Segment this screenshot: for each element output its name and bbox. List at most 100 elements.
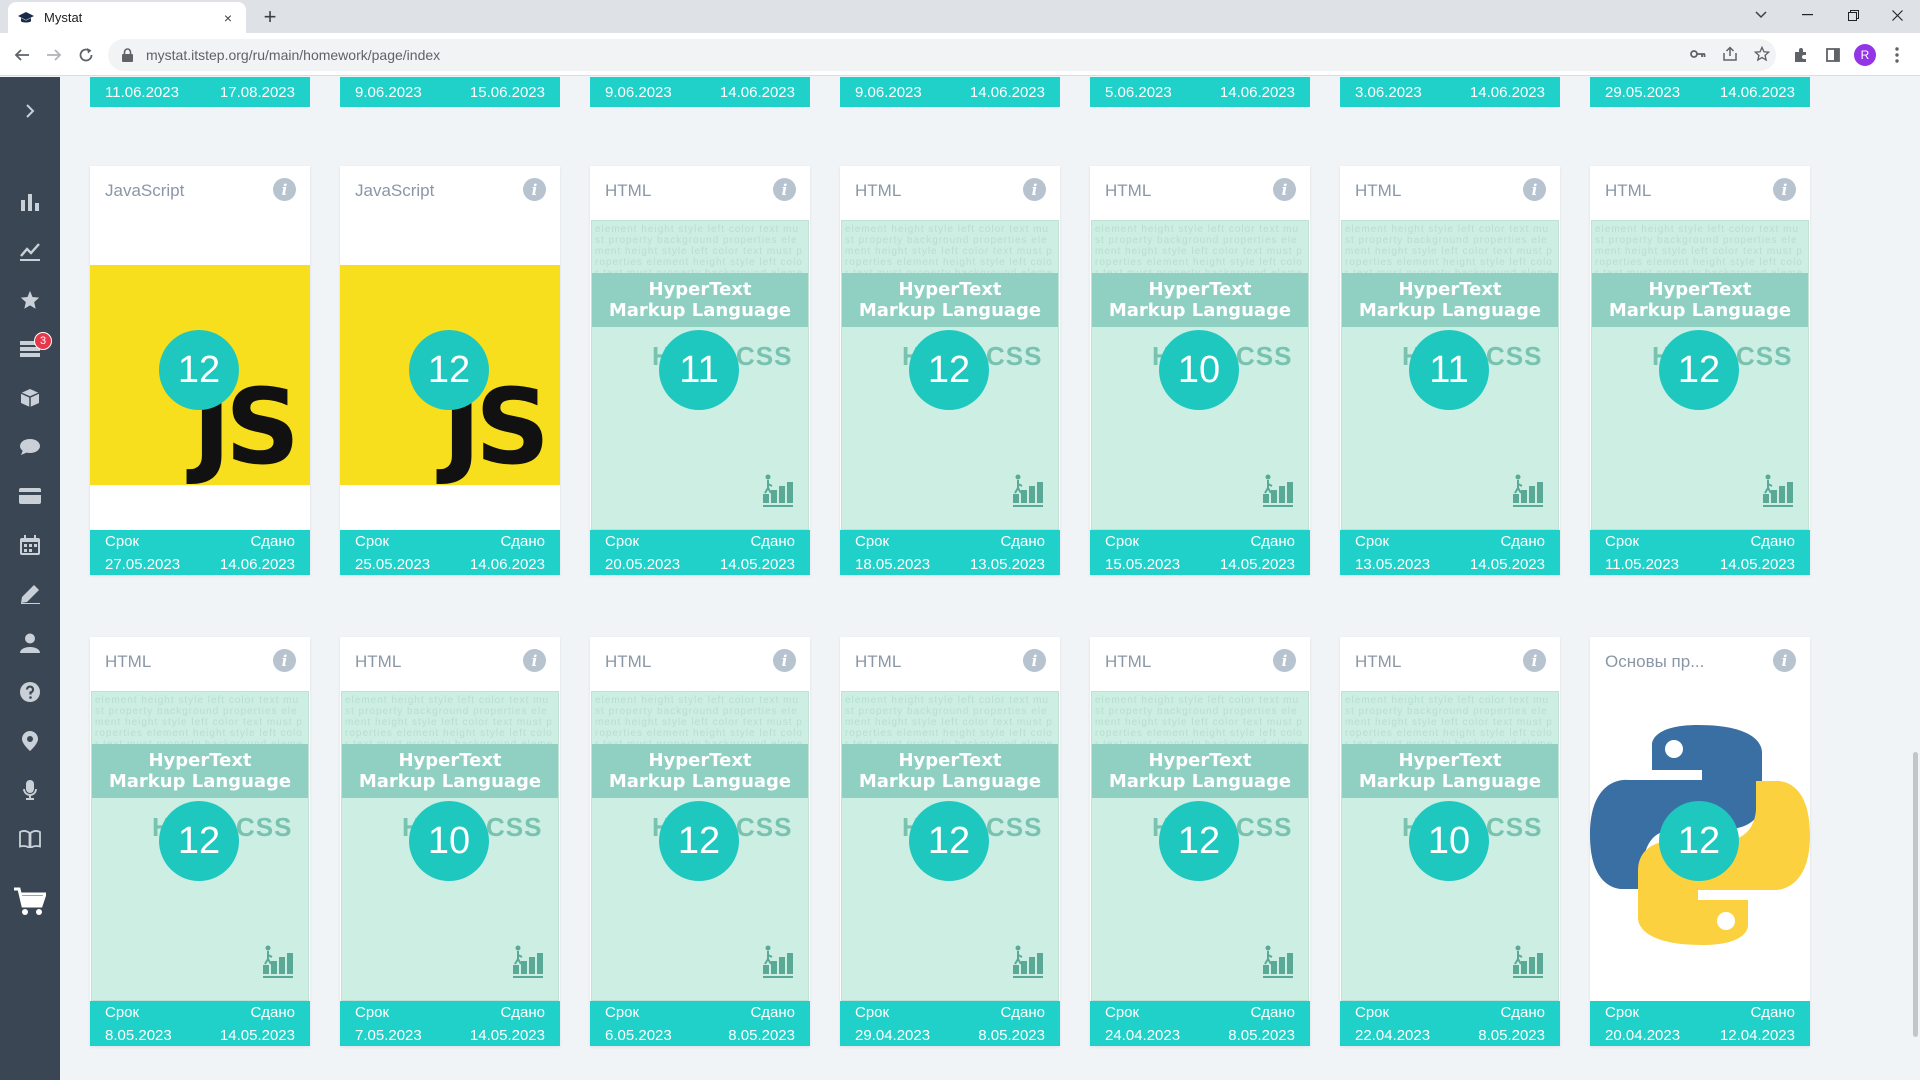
browser-tab[interactable]: Mystat ×	[8, 2, 246, 33]
info-icon[interactable]: i	[523, 649, 546, 672]
card-footer-partial[interactable]: 29.05.2023 14.06.2023	[1590, 77, 1810, 107]
step-logo-icon	[1013, 945, 1043, 978]
sidebar-item-edit[interactable]	[0, 574, 60, 614]
homework-card[interactable]: HTML i element height style left color tex…	[340, 637, 560, 1046]
cover-band: HyperText Markup Language	[92, 744, 308, 798]
reload-icon[interactable]	[72, 41, 100, 69]
card-footer-partial[interactable]: 5.06.2023 14.06.2023	[1090, 77, 1310, 107]
card-footer-partial[interactable]: 9.06.2023 14.06.2023	[590, 77, 810, 107]
sidebar-item-voice[interactable]	[0, 770, 60, 810]
card-cover[interactable]: element height style left color text mus…	[1340, 691, 1560, 1001]
homework-card[interactable]: HTML i element height style left color tex…	[1090, 637, 1310, 1046]
step-logo-icon	[763, 474, 793, 507]
tab-search-icon[interactable]	[1738, 0, 1784, 30]
info-icon[interactable]: i	[1773, 649, 1796, 672]
done-date: 14.06.2023	[469, 555, 545, 573]
sidebar-toggle[interactable]	[0, 91, 60, 131]
step-logo-icon	[1763, 474, 1793, 507]
card-cover[interactable]: JS 12	[90, 220, 310, 530]
card-cover[interactable]: 12	[1590, 691, 1810, 1001]
card-cover[interactable]: element height style left color text mus…	[340, 691, 560, 1001]
homework-card[interactable]: HTML i element height style left color tex…	[840, 637, 1060, 1046]
homework-card[interactable]: JavaScript i JS 12 Срок Сдано 27.05.2023 14.06.…	[90, 166, 310, 575]
sidebar-item-location[interactable]	[0, 721, 60, 761]
sidebar-item-schedule[interactable]	[0, 525, 60, 565]
homework-card[interactable]: HTML i element height style left color tex…	[590, 637, 810, 1046]
info-icon[interactable]: i	[273, 178, 296, 201]
homework-card[interactable]: HTML i element height style left color tex…	[1090, 166, 1310, 575]
card-cover[interactable]: element height style left color text mus…	[840, 691, 1060, 1001]
close-tab-icon[interactable]: ×	[220, 10, 236, 26]
minimize-icon[interactable]	[1784, 0, 1830, 30]
due-label: Срок	[855, 1004, 890, 1021]
sidebar-item-books[interactable]	[0, 819, 60, 859]
sidebar-item-help[interactable]	[0, 672, 60, 712]
address-bar[interactable]: mystat.itstep.org/ru/main/homework/page/…	[108, 39, 1776, 71]
menu-dots-icon[interactable]	[1886, 44, 1908, 66]
info-icon[interactable]: i	[773, 178, 796, 201]
homework-card[interactable]: HTML i element height style left color tex…	[1340, 166, 1560, 575]
card-cover[interactable]: element height style left color text mus…	[590, 220, 810, 530]
sidebar-item-rating[interactable]	[0, 280, 60, 320]
sidebar-item-chat[interactable]	[0, 427, 60, 467]
due-label: Срок	[1105, 1004, 1140, 1021]
card-footer-partial[interactable]: 11.06.2023 17.08.2023	[90, 77, 310, 107]
due-date: 29.04.2023	[855, 1026, 931, 1044]
sidebar-item-profile[interactable]	[0, 623, 60, 663]
info-icon[interactable]: i	[1273, 178, 1296, 201]
homework-card[interactable]: HTML i element height style left color tex…	[1340, 637, 1560, 1046]
info-icon[interactable]: i	[1023, 178, 1046, 201]
info-icon[interactable]: i	[1523, 178, 1546, 201]
sidebar-item-stats[interactable]	[0, 182, 60, 222]
card-cover[interactable]: element height style left color text mus…	[90, 691, 310, 1001]
share-icon[interactable]	[1716, 40, 1744, 68]
extensions-icon[interactable]	[1790, 44, 1812, 66]
homework-card[interactable]: JavaScript i JS 12 Срок Сдано 25.05.2023 14.06.…	[340, 166, 560, 575]
card-footer: Срок Сдано 6.05.2023 8.05.2023	[590, 1001, 810, 1046]
card-header: HTML i	[90, 637, 310, 691]
cover-title-line1: HyperText	[1398, 750, 1502, 771]
card-cover[interactable]: element height style left color text mus…	[1090, 691, 1310, 1001]
sidebar-item-library[interactable]	[0, 378, 60, 418]
graduation-cap-icon	[18, 10, 34, 26]
card-cover[interactable]: element height style left color text mus…	[1590, 220, 1810, 530]
sidebar-item-progress[interactable]	[0, 231, 60, 271]
info-icon[interactable]: i	[1273, 649, 1296, 672]
restore-icon[interactable]	[1830, 0, 1876, 30]
homework-card[interactable]: Основы пр... i 12 Срок Сдано 20.04.2023 12.04.…	[1590, 637, 1810, 1046]
sidebar-item-homework[interactable]: 3	[0, 329, 60, 369]
close-window-icon[interactable]	[1874, 0, 1920, 30]
card-cover[interactable]: JS 12	[340, 220, 560, 530]
card-subject: HTML	[1105, 652, 1152, 671]
new-tab-button[interactable]: +	[256, 4, 284, 29]
card-footer-partial[interactable]: 9.06.2023 14.06.2023	[840, 77, 1060, 107]
info-icon[interactable]: i	[1523, 649, 1546, 672]
card-footer: Срок Сдано 20.04.2023 12.04.2023	[1590, 1001, 1810, 1046]
homework-card[interactable]: HTML i element height style left color tex…	[840, 166, 1060, 575]
card-footer: Срок Сдано 25.05.2023 14.06.2023	[340, 530, 560, 575]
cover-band: HyperText Markup Language	[342, 744, 558, 798]
card-footer-partial[interactable]: 3.06.2023 14.06.2023	[1340, 77, 1560, 107]
forward-icon[interactable]	[40, 41, 68, 69]
avatar[interactable]: R	[1854, 44, 1876, 66]
card-cover[interactable]: element height style left color text mus…	[1090, 220, 1310, 530]
homework-card[interactable]: HTML i element height style left color tex…	[1590, 166, 1810, 575]
card-footer-partial[interactable]: 9.06.2023 15.06.2023	[340, 77, 560, 107]
homework-card[interactable]: HTML i element height style left color tex…	[590, 166, 810, 575]
homework-card[interactable]: HTML i element height style left color tex…	[90, 637, 310, 1046]
key-icon[interactable]	[1684, 40, 1712, 68]
info-icon[interactable]: i	[273, 649, 296, 672]
info-icon[interactable]: i	[1773, 178, 1796, 201]
card-cover[interactable]: element height style left color text mus…	[1340, 220, 1560, 530]
sidebar-item-shop[interactable]	[0, 877, 60, 927]
sidepanel-icon[interactable]	[1822, 44, 1844, 66]
scrollbar[interactable]	[1913, 752, 1918, 1037]
bookmark-star-icon[interactable]	[1748, 40, 1776, 68]
card-cover[interactable]: element height style left color text mus…	[590, 691, 810, 1001]
info-icon[interactable]: i	[773, 649, 796, 672]
info-icon[interactable]: i	[523, 178, 546, 201]
info-icon[interactable]: i	[1023, 649, 1046, 672]
sidebar-item-payments[interactable]	[0, 476, 60, 516]
back-icon[interactable]	[8, 41, 36, 69]
card-cover[interactable]: element height style left color text mus…	[840, 220, 1060, 530]
